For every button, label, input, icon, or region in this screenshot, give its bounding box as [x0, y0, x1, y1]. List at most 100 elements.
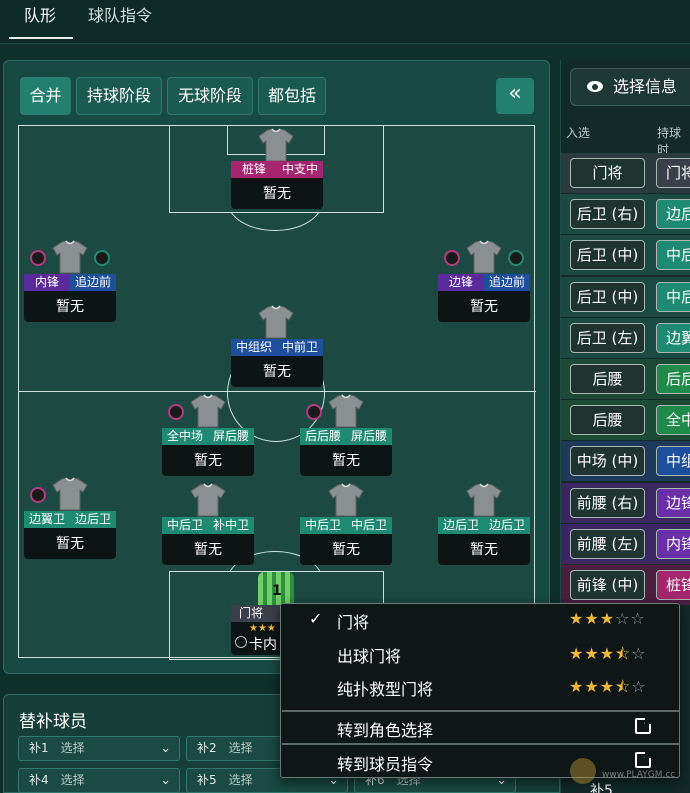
in-possession-role-button[interactable]: 边锋 — [656, 487, 690, 518]
player-role-label: 屏后腰 — [208, 428, 254, 445]
watermark-icon — [570, 758, 596, 784]
player-name: 暂无 — [332, 542, 360, 558]
player-roles: 边锋 追边前 — [438, 274, 530, 291]
in-possession-role-button[interactable]: 中后 — [656, 240, 690, 271]
selection-info-button[interactable]: 选择信息 — [570, 68, 690, 106]
in-possession-role-button[interactable]: 后后 — [656, 364, 690, 394]
player-trait-icon — [94, 250, 110, 266]
player-shirt-icon[interactable] — [328, 483, 364, 517]
position-button[interactable]: 后卫 (左) — [570, 322, 645, 353]
position-button[interactable]: 前腰 (左) — [570, 528, 645, 559]
player-shirt-icon[interactable] — [466, 483, 502, 517]
in-possession-role-button[interactable]: 全中 — [656, 405, 690, 436]
player-role-label: 边后卫 — [438, 517, 484, 534]
player-shirt-icon[interactable] — [258, 305, 294, 339]
player-name: 暂无 — [263, 186, 291, 202]
segment-all[interactable]: 都包括 — [258, 77, 326, 115]
active-tab-underline — [9, 37, 73, 39]
player-roles: 桩锋 中支中 — [231, 161, 323, 178]
goalkeeper-card[interactable]: 门将 ★★★ 卡内 — [231, 605, 283, 655]
sub-slot-label: 补1 — [29, 741, 49, 755]
role-rating-stars: ★★★⯪☆ — [569, 644, 647, 663]
player-trait-icon — [508, 250, 524, 266]
sub-placeholder: 选择 — [60, 741, 85, 755]
player-role-label: 中后卫 — [300, 517, 346, 534]
sub-slot-label: 补4 — [29, 773, 49, 787]
sub-placeholder: 选择 — [228, 773, 253, 787]
goalkeeper-role: 门将 — [231, 605, 283, 622]
player-shirt-icon[interactable] — [466, 240, 502, 274]
sub-slot-label: 补2 — [197, 741, 217, 755]
selection-info-label: 选择信息 — [613, 77, 678, 96]
sub-select-4[interactable]: 补4 选择 ⌄ — [18, 768, 180, 793]
player-role-label: 追边前 — [484, 274, 530, 291]
player-role-label: 中支中 — [277, 161, 323, 178]
player-shirt-icon[interactable] — [328, 394, 364, 428]
external-link-icon: ↗ — [635, 715, 653, 734]
link-label: 转到球员指令 — [337, 755, 434, 774]
goalkeeper-number: 1 — [272, 583, 282, 599]
player-roles: 全中场 屏后腰 — [162, 428, 254, 445]
sub-select-2[interactable]: 补2 选择 — [186, 736, 286, 761]
player-card-lw[interactable]: 内锋 追边前 暂无 — [24, 274, 116, 322]
in-possession-role-button[interactable]: 门将 — [656, 158, 690, 188]
position-button[interactable]: 前锋 (中) — [570, 570, 645, 600]
sub-select-1[interactable]: 补1 选择 ⌄ — [18, 736, 180, 761]
player-card-lb[interactable]: 边翼卫 边后卫 暂无 — [24, 511, 116, 559]
in-possession-role-button[interactable]: 中后 — [656, 281, 690, 312]
player-trait-icon — [444, 250, 460, 266]
player-name: 暂无 — [56, 299, 84, 315]
tab-formation[interactable]: 队形 — [24, 0, 56, 40]
player-card-cm_r[interactable]: 后后腰 屏后腰 暂无 — [300, 428, 392, 476]
in-possession-role-button[interactable]: 桩锋 — [656, 570, 690, 600]
player-role-label: 边后卫 — [484, 517, 530, 534]
player-avatar-icon — [235, 636, 247, 648]
position-button[interactable]: 后卫 (右) — [570, 199, 645, 230]
player-role-label: 中后卫 — [346, 517, 392, 534]
player-role-label: 中组织 — [231, 339, 277, 356]
player-roles: 中组织 中前卫 — [231, 339, 323, 356]
player-shirt-icon[interactable] — [190, 394, 226, 428]
in-possession-role-button[interactable]: 内锋 — [656, 528, 690, 559]
player-name: 暂无 — [263, 364, 291, 380]
player-roles: 边翼卫 边后卫 — [24, 511, 116, 528]
player-card-st[interactable]: 桩锋 中支中暂无 — [231, 161, 323, 209]
role-option-sweeper-keeper[interactable]: 出球门将 ★★★⯪☆ — [281, 638, 679, 670]
player-card-rw[interactable]: 边锋 追边前 暂无 — [438, 274, 530, 322]
segment-in-possession[interactable]: 持球阶段 — [76, 77, 162, 115]
position-button[interactable]: 后卫 (中) — [570, 240, 645, 271]
role-option-shot-stopper[interactable]: 纯扑救型门将 ★★★⯪☆ — [281, 671, 679, 703]
check-icon: ✓ — [309, 609, 323, 628]
segment-combined[interactable]: 合并 — [20, 77, 71, 115]
player-role-label: 补中卫 — [208, 517, 254, 534]
player-shirt-icon[interactable] — [52, 240, 88, 274]
player-card-cb_r[interactable]: 中后卫 中后卫 暂无 — [300, 517, 392, 565]
player-shirt-icon[interactable] — [52, 477, 88, 511]
column-header-selected: 入选 — [566, 126, 591, 140]
player-trait-icon — [306, 404, 322, 420]
position-button[interactable]: 中场 (中) — [570, 446, 645, 477]
position-button[interactable]: 后腰 — [570, 405, 645, 436]
in-possession-role-button[interactable]: 中组 — [656, 446, 690, 477]
player-roles: 中后卫 中后卫 — [300, 517, 392, 534]
segment-out-of-possession[interactable]: 无球阶段 — [167, 77, 253, 115]
position-button[interactable]: 前腰 (右) — [570, 487, 645, 518]
player-role-label: 中前卫 — [277, 339, 323, 356]
role-rating-stars: ★★★☆☆ — [569, 609, 646, 628]
in-possession-role-button[interactable]: 边翼 — [656, 322, 690, 353]
position-button[interactable]: 后腰 — [570, 364, 645, 394]
tab-team-instructions[interactable]: 球队指令 — [88, 0, 152, 40]
player-shirt-icon[interactable] — [258, 128, 294, 162]
collapse-icon[interactable]: « — [496, 78, 534, 114]
role-option-goalkeeper[interactable]: ✓ 门将 ★★★☆☆ — [281, 604, 679, 636]
player-card-cm_l[interactable]: 全中场 屏后腰 暂无 — [162, 428, 254, 476]
position-button[interactable]: 门将 — [570, 158, 645, 188]
in-possession-role-button[interactable]: 边后 — [656, 199, 690, 230]
player-card-am[interactable]: 中组织 中前卫 暂无 — [231, 339, 323, 387]
player-role-label: 全中场 — [162, 428, 208, 445]
player-shirt-icon[interactable] — [190, 483, 226, 517]
player-name: 暂无 — [56, 536, 84, 552]
position-button[interactable]: 后卫 (中) — [570, 281, 645, 312]
player-card-cb_l[interactable]: 中后卫 补中卫 暂无 — [162, 517, 254, 565]
player-card-rb[interactable]: 边后卫 边后卫 暂无 — [438, 517, 530, 565]
